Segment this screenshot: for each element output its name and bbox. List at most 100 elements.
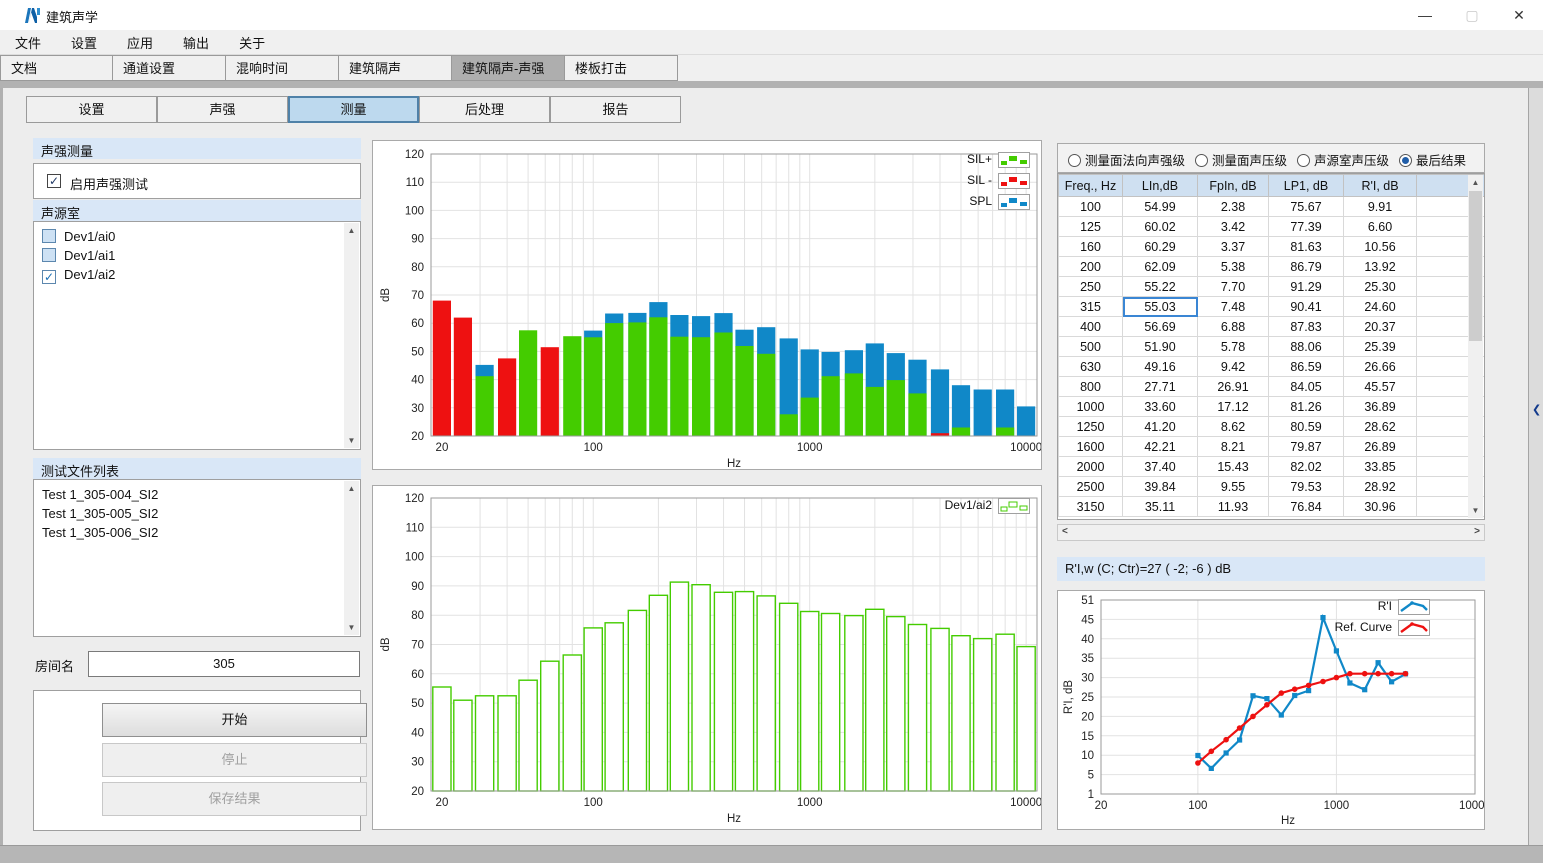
sub-tab-报告[interactable]: 报告 (550, 96, 681, 123)
table-cell[interactable]: 41.20 (1123, 417, 1198, 437)
main-tab-建筑隔声[interactable]: 建筑隔声 (339, 55, 452, 81)
channel-checkbox[interactable]: ✓ (42, 270, 56, 284)
table-cell[interactable]: 54.99 (1123, 197, 1198, 217)
table-cell[interactable]: 26.89 (1344, 437, 1417, 457)
table-cell[interactable]: 15.43 (1198, 457, 1269, 477)
table-cell[interactable]: 55.22 (1123, 277, 1198, 297)
table-cell[interactable]: 5.38 (1198, 257, 1269, 277)
sub-tab-声强[interactable]: 声强 (157, 96, 288, 123)
table-cell[interactable]: 86.59 (1269, 357, 1344, 377)
radio-声源室声压级[interactable]: 声源室声压级 (1297, 150, 1389, 169)
table-cell[interactable]: 76.84 (1269, 497, 1344, 517)
table-cell[interactable]: 800 (1059, 377, 1123, 397)
main-tab-混响时间[interactable]: 混响时间 (226, 55, 339, 81)
table-cell[interactable]: 160 (1059, 237, 1123, 257)
table-cell[interactable]: 17.12 (1198, 397, 1269, 417)
table-cell[interactable]: 250 (1059, 277, 1123, 297)
table-cell[interactable]: 1250 (1059, 417, 1123, 437)
table-cell[interactable]: 81.63 (1269, 237, 1344, 257)
scroll-down-icon[interactable]: ▼ (344, 620, 359, 635)
scroll-right-icon[interactable]: > (1474, 526, 1480, 537)
table-cell[interactable]: 400 (1059, 317, 1123, 337)
table-cell[interactable]: 9.55 (1198, 477, 1269, 497)
table-cell[interactable]: 49.16 (1123, 357, 1198, 377)
table-cell[interactable]: 87.83 (1269, 317, 1344, 337)
menu-item-输出[interactable]: 输出 (168, 30, 224, 55)
table-vscrollbar[interactable]: ▲ ▼ (1468, 175, 1483, 518)
scroll-up-icon[interactable]: ▲ (344, 481, 359, 496)
table-cell[interactable]: 1600 (1059, 437, 1123, 457)
radio-dot[interactable] (1068, 154, 1081, 167)
table-cell[interactable]: 62.09 (1123, 257, 1198, 277)
table-cell[interactable]: 51.90 (1123, 337, 1198, 357)
menu-item-应用[interactable]: 应用 (112, 30, 168, 55)
table-cell[interactable]: 30.96 (1344, 497, 1417, 517)
table-cell[interactable]: 81.26 (1269, 397, 1344, 417)
scroll-down-icon[interactable]: ▼ (1468, 503, 1483, 518)
table-cell[interactable]: 25.39 (1344, 337, 1417, 357)
room-name-input[interactable]: 305 (88, 651, 360, 677)
main-tab-通道设置[interactable]: 通道设置 (113, 55, 226, 81)
table-cell[interactable]: 125 (1059, 217, 1123, 237)
button-开始[interactable]: 开始 (102, 703, 367, 737)
table-cell[interactable]: 27.71 (1123, 377, 1198, 397)
table-cell[interactable]: 5.78 (1198, 337, 1269, 357)
table-cell[interactable]: 6.88 (1198, 317, 1269, 337)
table-cell[interactable]: 100 (1059, 197, 1123, 217)
table-cell[interactable]: 7.70 (1198, 277, 1269, 297)
table-cell[interactable]: 28.62 (1344, 417, 1417, 437)
table-cell[interactable]: 33.85 (1344, 457, 1417, 477)
radio-测量面法向声强级[interactable]: 测量面法向声强级 (1068, 150, 1185, 169)
main-tab-文档[interactable]: 文档 (0, 55, 113, 81)
table-cell[interactable]: 60.02 (1123, 217, 1198, 237)
table-cell[interactable]: 56.69 (1123, 317, 1198, 337)
table-cell[interactable]: 75.67 (1269, 197, 1344, 217)
radio-dot[interactable] (1195, 154, 1208, 167)
radio-dot[interactable] (1297, 154, 1310, 167)
table-cell[interactable]: 91.29 (1269, 277, 1344, 297)
maximize-button[interactable]: ▢ (1450, 0, 1494, 30)
channel-row-Dev1/ai1[interactable]: Dev1/ai1 (34, 246, 360, 265)
table-cell[interactable]: 26.91 (1198, 377, 1269, 397)
test-file-item[interactable]: Test 1_305-004_SI2 (34, 485, 360, 504)
scroll-down-icon[interactable]: ▼ (344, 433, 359, 448)
table-cell[interactable]: 26.66 (1344, 357, 1417, 377)
table-cell[interactable]: 6.60 (1344, 217, 1417, 237)
table-cell[interactable]: 9.42 (1198, 357, 1269, 377)
main-tab-建筑隔声-声强[interactable]: 建筑隔声-声强 (452, 55, 565, 81)
table-cell[interactable]: 200 (1059, 257, 1123, 277)
table-cell[interactable]: 80.59 (1269, 417, 1344, 437)
table-cell[interactable]: 37.40 (1123, 457, 1198, 477)
radio-最后结果[interactable]: 最后结果 (1399, 150, 1466, 169)
table-hscrollbar[interactable]: < > (1057, 524, 1485, 541)
table-cell[interactable]: 90.41 (1269, 297, 1344, 317)
radio-dot[interactable] (1399, 154, 1412, 167)
table-cell[interactable]: 36.89 (1344, 397, 1417, 417)
table-cell[interactable]: 2000 (1059, 457, 1123, 477)
sub-tab-后处理[interactable]: 后处理 (419, 96, 550, 123)
table-cell[interactable]: 39.84 (1123, 477, 1198, 497)
table-cell[interactable]: 42.21 (1123, 437, 1198, 457)
sub-tab-设置[interactable]: 设置 (26, 96, 157, 123)
table-cell[interactable]: 82.02 (1269, 457, 1344, 477)
scroll-left-icon[interactable]: < (1062, 526, 1068, 537)
close-button[interactable]: ✕ (1497, 0, 1541, 30)
table-cell[interactable]: 315 (1059, 297, 1123, 317)
table-cell[interactable]: 88.06 (1269, 337, 1344, 357)
table-cell[interactable]: 13.92 (1344, 257, 1417, 277)
table-cell[interactable]: 9.91 (1344, 197, 1417, 217)
side-panel-collapse-handle[interactable]: ❮ (1528, 88, 1543, 845)
table-cell[interactable]: 25.30 (1344, 277, 1417, 297)
file-list-scrollbar[interactable]: ▲ ▼ (344, 481, 359, 635)
table-cell[interactable]: 55.03 (1123, 297, 1198, 317)
channel-checkbox[interactable] (42, 248, 56, 262)
channel-list-scrollbar[interactable]: ▲ ▼ (344, 223, 359, 448)
table-cell[interactable]: 2500 (1059, 477, 1123, 497)
menu-item-设置[interactable]: 设置 (56, 30, 112, 55)
table-cell[interactable]: 3150 (1059, 497, 1123, 517)
table-cell[interactable]: 3.37 (1198, 237, 1269, 257)
table-cell[interactable]: 84.05 (1269, 377, 1344, 397)
table-vscroll-thumb[interactable] (1469, 191, 1482, 341)
table-cell[interactable]: 79.53 (1269, 477, 1344, 497)
channel-row-Dev1/ai0[interactable]: Dev1/ai0 (34, 227, 360, 246)
